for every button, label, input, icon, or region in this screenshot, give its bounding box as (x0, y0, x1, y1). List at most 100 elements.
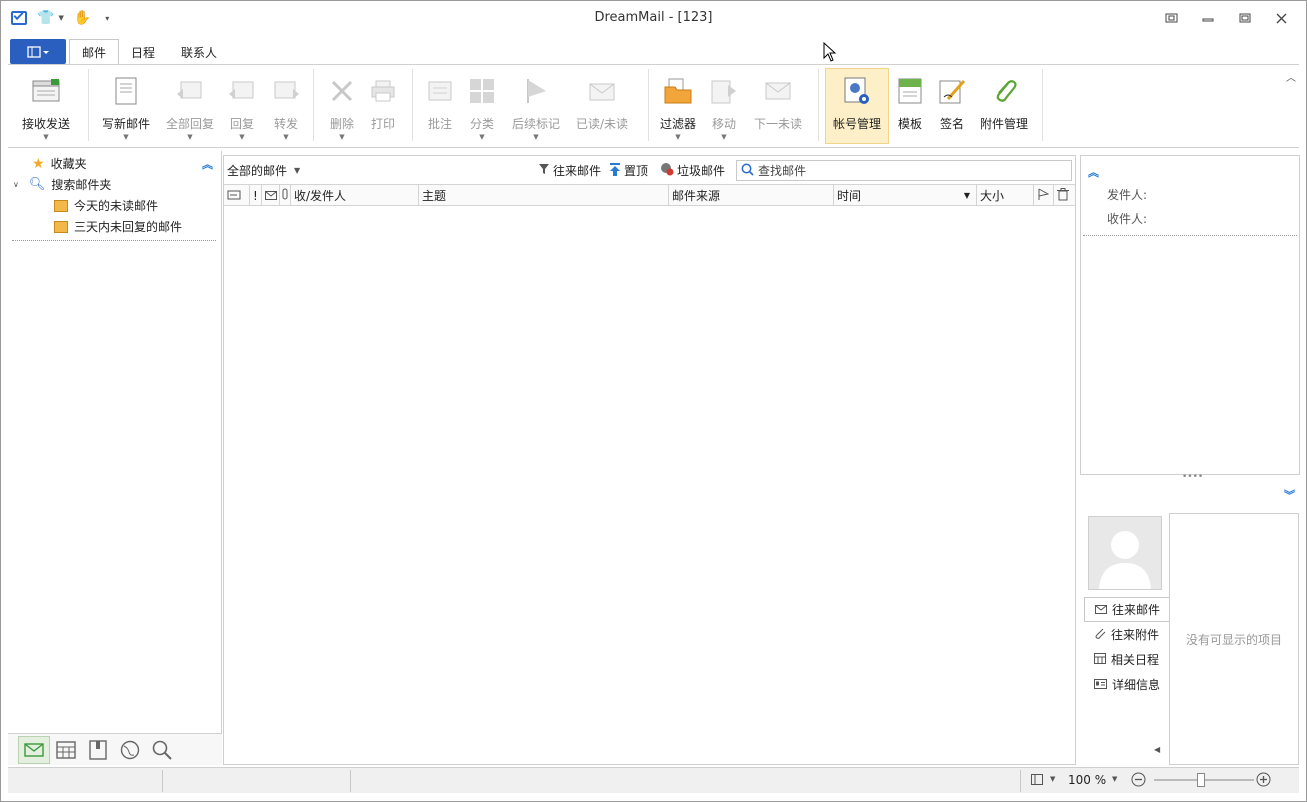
notebook-module-icon[interactable] (82, 736, 114, 764)
folder-pane: ★ 收藏夹 ︽ ∨ 🔍︎ 搜索邮件夹 今天的未读邮件 三天内未回复的邮件 (8, 151, 222, 765)
read-unread-button[interactable]: 已读/未读 (572, 69, 632, 143)
reply-button[interactable]: 回复 ▼ (224, 69, 260, 143)
calendar-module-icon[interactable] (50, 736, 82, 764)
forward-button[interactable]: 转发 ▼ (266, 69, 306, 143)
mouse-cursor-icon (823, 41, 837, 65)
next-unread-button[interactable]: 下一未读 (750, 69, 806, 143)
zoom-in-icon[interactable] (1256, 772, 1271, 790)
layout-dropdown-icon[interactable]: ▼ (1050, 775, 1055, 783)
fullscreen-icon[interactable] (1163, 11, 1179, 25)
search-folder-icon (54, 220, 68, 233)
nav-details[interactable]: 详细信息 (1084, 672, 1170, 697)
mail-module-icon[interactable] (18, 735, 50, 764)
close-icon[interactable] (1273, 11, 1289, 25)
folder-selector[interactable]: 全部的邮件 ▼ (227, 162, 300, 179)
compose-button[interactable]: 写新邮件 ▼ (98, 69, 154, 143)
signature-button[interactable]: 签名 (934, 69, 970, 143)
pin-up-icon (609, 162, 621, 179)
account-mgmt-button[interactable]: 帐号管理 (825, 68, 889, 144)
tab-calendar[interactable]: 日程 (119, 39, 167, 65)
nav-schedule[interactable]: 相关日程 (1084, 647, 1170, 672)
app-menu-button[interactable] (10, 39, 66, 64)
expand-chevron-icon[interactable]: ∨ (13, 180, 19, 189)
delete-button[interactable]: 删除 ▼ (322, 69, 362, 143)
nav-conversations[interactable]: 往来邮件 (1084, 597, 1170, 622)
chevron-down-icon: ▼ (721, 133, 727, 141)
col-size[interactable]: 大小 (977, 185, 1034, 206)
zoom-out-icon[interactable] (1131, 772, 1146, 790)
folder-today-unread[interactable]: 今天的未读邮件 (54, 197, 158, 214)
forward-icon (270, 75, 302, 107)
zoom-level[interactable]: 100 % (1068, 773, 1106, 787)
tab-contacts[interactable]: 联系人 (169, 39, 229, 65)
layout-icon[interactable] (1031, 774, 1043, 788)
col-delete[interactable] (1054, 185, 1075, 206)
print-button[interactable]: 打印 (366, 69, 400, 143)
app-window: 👕 ▼ ✋ ▾ DreamMail - [123] 邮件 日程 联系人 接收发送… (0, 0, 1307, 802)
zoom-slider-thumb[interactable] (1197, 773, 1205, 787)
search-module-icon[interactable] (146, 736, 178, 764)
search-input[interactable]: 查找邮件 (736, 160, 1072, 181)
col-source[interactable]: 邮件来源 (669, 185, 834, 206)
folder-filter-icon (662, 75, 694, 107)
expand-header-icon[interactable]: ︽ (1088, 164, 1099, 180)
conversations-button[interactable]: 往来邮件 (538, 162, 601, 179)
col-subject[interactable]: 主题 (419, 185, 669, 206)
template-icon (894, 75, 926, 107)
chevron-down-icon: ▼ (533, 133, 539, 141)
compose-icon (110, 75, 142, 107)
id-card-icon (1094, 678, 1107, 692)
from-label: 发件人: (1107, 188, 1148, 202)
col-sender[interactable]: 收/发件人 (291, 185, 419, 206)
filter-button[interactable]: 过滤器 ▼ (656, 69, 700, 143)
search-folders-node[interactable]: ∨ 🔍︎ 搜索邮件夹 (13, 176, 111, 193)
favorites-node[interactable]: ★ 收藏夹 (32, 155, 87, 172)
receive-send-icon (30, 75, 62, 107)
mail-column-header: ! 收/发件人 主题 邮件来源 时间 ▼ 大小 (224, 184, 1075, 206)
nav-attachments[interactable]: 往来附件 (1084, 622, 1170, 647)
collapse-folders-icon[interactable]: ︽ (202, 156, 213, 172)
minimize-icon[interactable] (1200, 11, 1216, 25)
chevron-down-icon: ▼ (294, 166, 301, 175)
paperclip-icon (282, 188, 288, 203)
col-read[interactable] (262, 185, 280, 206)
folder-three-day-unreplied[interactable]: 三天内未回复的邮件 (54, 218, 182, 235)
col-attachment[interactable] (280, 185, 291, 206)
restore-icon[interactable] (1237, 11, 1253, 25)
reply-icon (226, 75, 258, 107)
col-type[interactable] (224, 185, 250, 206)
title-bar: 👕 ▼ ✋ ▾ DreamMail - [123] (1, 1, 1306, 36)
reply-all-button[interactable]: 全部回复 ▼ (162, 69, 218, 143)
col-time[interactable]: 时间 ▼ (834, 185, 977, 206)
read-unread-icon (586, 75, 618, 107)
mail-list-toolbar: 全部的邮件 ▼ 往来邮件 置顶 垃圾邮件 查找邮件 (224, 156, 1075, 184)
print-icon (367, 75, 399, 107)
attachment-mgmt-button[interactable]: 附件管理 (976, 69, 1032, 143)
spam-button[interactable]: 垃圾邮件 (660, 162, 725, 179)
search-icon (741, 163, 754, 179)
receive-send-button[interactable]: 接收发送 ▼ (18, 69, 74, 143)
template-button[interactable]: 模板 (893, 69, 927, 143)
module-switcher (8, 733, 222, 765)
zoom-slider[interactable] (1154, 773, 1254, 787)
chevron-down-icon: ▼ (239, 133, 245, 141)
move-button[interactable]: 移动 ▼ (706, 69, 742, 143)
expand-contact-icon[interactable]: ︾ (1284, 487, 1295, 503)
signature-icon (936, 75, 968, 107)
mail-list-pane: 全部的邮件 ▼ 往来邮件 置顶 垃圾邮件 查找邮件 ! 收/发件人 主题 邮件来… (223, 155, 1076, 765)
flag-icon (520, 75, 552, 107)
envelope-icon (1095, 603, 1107, 617)
zoom-dropdown-icon[interactable]: ▼ (1112, 775, 1117, 783)
pin-top-button[interactable]: 置顶 (609, 162, 648, 179)
tab-mail[interactable]: 邮件 (69, 39, 120, 65)
collapse-ribbon-icon[interactable]: ︿ (1286, 69, 1296, 84)
collapse-left-icon[interactable]: ◀ (1154, 745, 1160, 754)
star-icon: ★ (32, 155, 45, 172)
annotate-button[interactable]: 批注 (422, 69, 458, 143)
globe-module-icon[interactable] (114, 736, 146, 764)
col-priority[interactable]: ! (250, 185, 262, 206)
reply-all-icon (174, 75, 206, 107)
followup-button[interactable]: 后续标记 ▼ (508, 69, 564, 143)
col-flag[interactable] (1034, 185, 1054, 206)
categorize-button[interactable]: 分类 ▼ (464, 69, 500, 143)
